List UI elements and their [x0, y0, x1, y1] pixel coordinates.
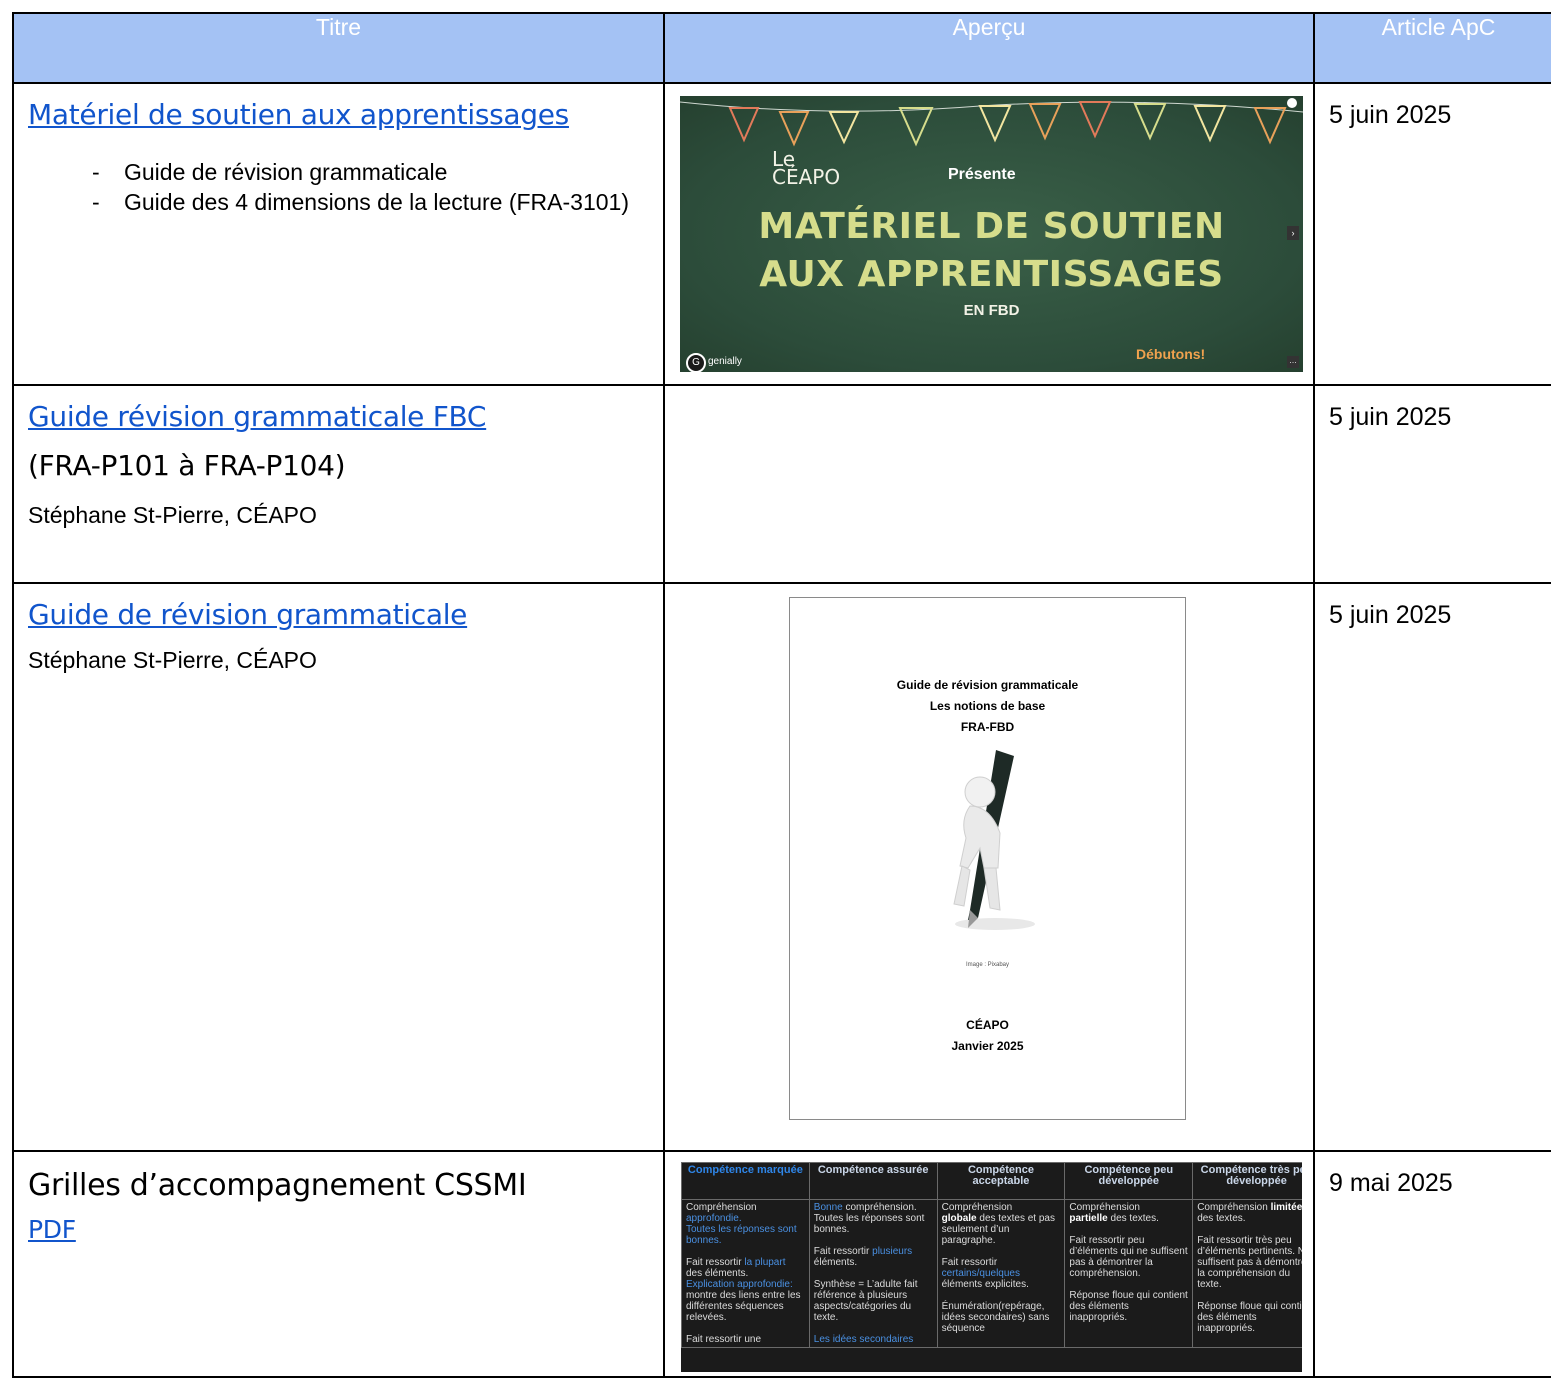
author: Stéphane St-Pierre, CÉAPO — [28, 647, 317, 673]
table-row: Guide révision grammaticale FBC (FRA-P10… — [12, 384, 1551, 584]
grid-cell: Compréhension approfondie. Toutes les ré… — [681, 1199, 810, 1348]
grid-header: Compétence très peu développée — [1192, 1162, 1302, 1200]
title-link[interactable]: Guide révision grammaticale FBC — [28, 400, 486, 433]
title-cell: Matériel de soutien aux apprentissages G… — [12, 82, 665, 386]
fullscreen-icon[interactable] — [1287, 98, 1297, 108]
article-date: 5 juin 2025 — [1329, 403, 1452, 431]
row-title: Grilles d’accompagnement CSSMI — [28, 1168, 527, 1203]
preview-chalkboard[interactable]: Le CÉAPO Présente MATÉRIEL DE SOUTIEN AUX… — [680, 96, 1303, 372]
table-row: Guide de révision grammaticale Stéphane … — [12, 582, 1551, 1152]
slide-title-line2: AUX APPRENTISSAGES — [759, 254, 1224, 295]
grid-header: Compétence assurée — [808, 1162, 938, 1200]
grid-cell: Compréhension globale des textes et pas … — [936, 1199, 1066, 1348]
more-icon[interactable]: … — [1287, 356, 1299, 368]
doc-subtitle: Les notions de base — [929, 699, 1046, 713]
list-item: Guide de révision grammaticale — [92, 157, 649, 187]
header-apercu: Aperçu — [663, 12, 1315, 84]
doc-title: Guide de révision grammaticale — [896, 678, 1079, 692]
date-cell: 5 juin 2025 — [1313, 82, 1551, 386]
article-date: 9 mai 2025 — [1329, 1169, 1453, 1197]
sub-list: Guide de révision grammaticale Guide des… — [28, 157, 649, 217]
header-article: Article ApC — [1313, 12, 1551, 84]
preview-document-cover[interactable]: Guide de révision grammaticale Les notio… — [789, 597, 1186, 1120]
preview-competence-grid[interactable]: Compétence marquée Compétence assurée Co… — [681, 1162, 1302, 1372]
list-item: Guide des 4 dimensions de la lecture (FR… — [92, 187, 649, 217]
genially-logo-icon: G — [686, 353, 706, 372]
title-cell: Guide de révision grammaticale Stéphane … — [12, 582, 665, 1152]
grid-cell: Compréhension partielle des textes. Fait… — [1064, 1199, 1194, 1348]
start-button[interactable]: Débutons! — [1136, 346, 1205, 362]
grid-body-row: Compréhension approfondie. Toutes les ré… — [681, 1199, 1302, 1348]
doc-org: CÉAPO — [966, 1018, 1009, 1032]
title-cell: Grilles d’accompagnement CSSMI PDF — [12, 1150, 665, 1378]
course-range: (FRA-P101 à FRA-P104) — [28, 449, 346, 482]
grid-cell: Bonne compréhension. Toutes les réponses… — [808, 1199, 938, 1348]
grid-cell: Compréhension limitée des textes. Fait r… — [1192, 1199, 1302, 1348]
le-text: Le CÉAPO — [772, 147, 841, 189]
pen-figure-icon — [953, 750, 1035, 930]
genially-logo-text: genially — [708, 356, 742, 367]
grid-header: Compétence peu développée — [1064, 1162, 1194, 1200]
next-arrow-icon[interactable]: › — [1287, 226, 1299, 240]
date-cell: 9 mai 2025 — [1313, 1150, 1551, 1378]
grid-header: Compétence acceptable — [936, 1162, 1066, 1200]
slide-title-line1: MATÉRIEL DE SOUTIEN — [758, 206, 1225, 247]
title-cell: Guide révision grammaticale FBC (FRA-P10… — [12, 384, 665, 584]
preview-cell — [663, 384, 1315, 584]
article-date: 5 juin 2025 — [1329, 601, 1452, 629]
header-row: Titre Aperçu Article ApC — [12, 12, 1551, 84]
doc-code: FRA-FBD — [960, 720, 1015, 734]
pdf-link[interactable]: PDF — [28, 1215, 76, 1244]
date-cell: 5 juin 2025 — [1313, 582, 1551, 1152]
image-credit: Image : Pixabay — [965, 962, 1010, 968]
author: Stéphane St-Pierre, CÉAPO — [28, 502, 317, 528]
date-cell: 5 juin 2025 — [1313, 384, 1551, 584]
presente-text: Présente — [948, 166, 1016, 183]
title-link[interactable]: Matériel de soutien aux apprentissages — [28, 98, 569, 131]
slide-subtitle: EN FBD — [963, 302, 1020, 319]
header-titre: Titre — [12, 12, 665, 84]
title-link[interactable]: Guide de révision grammaticale — [28, 598, 467, 631]
doc-date: Janvier 2025 — [951, 1039, 1024, 1053]
grid-header: Compétence marquée — [681, 1162, 810, 1200]
article-date: 5 juin 2025 — [1329, 101, 1452, 129]
grid-header-row: Compétence marquée Compétence assurée Co… — [681, 1162, 1302, 1200]
